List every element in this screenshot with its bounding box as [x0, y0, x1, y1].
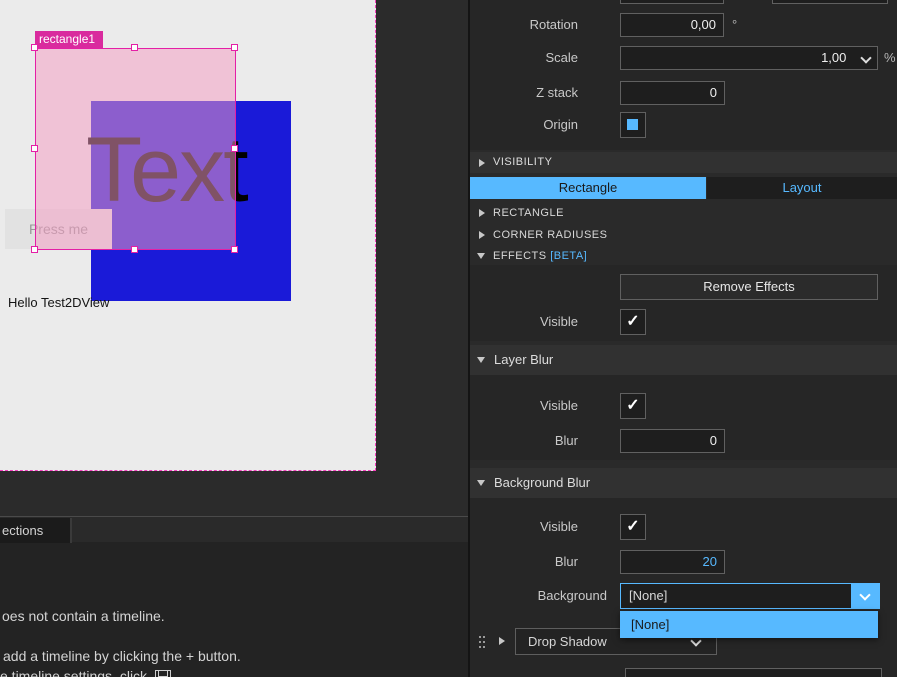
position-x-field[interactable] — [620, 0, 724, 4]
background-combobox[interactable]: [None] — [620, 583, 880, 609]
effects-visible-label: Visible — [470, 309, 578, 335]
chevron-down-icon[interactable] — [860, 52, 871, 63]
expanded-arrow-icon — [477, 480, 485, 486]
resize-handle-bottom-right[interactable] — [231, 246, 238, 253]
rectangle-section-header[interactable]: RECTANGLE — [470, 203, 897, 223]
chevron-down-icon — [859, 589, 870, 600]
effects-visible-checkbox[interactable]: ✓ — [620, 309, 646, 335]
timeline-empty-message: oes not contain a timeline. — [2, 608, 165, 624]
partial-bottom-field[interactable] — [625, 668, 882, 677]
selected-rectangle-item[interactable] — [35, 48, 236, 250]
resize-handle-middle-right[interactable] — [231, 145, 238, 152]
scale-unit: % — [884, 45, 896, 71]
layer-blur-title: Layer Blur — [494, 345, 553, 375]
resize-handle-top-left[interactable] — [31, 44, 38, 51]
expanded-arrow-icon — [477, 357, 485, 363]
rotation-unit: ° — [732, 12, 737, 38]
form-editor-canvas[interactable]: Text Press me rectangle1 Hello Test2DVie… — [0, 0, 376, 471]
timeline-add-hint: add a timeline by clicking the + button. — [3, 648, 241, 664]
remove-effects-button[interactable]: Remove Effects — [620, 274, 878, 300]
origin-center-icon — [627, 119, 638, 130]
drop-shadow-value: Drop Shadow — [528, 634, 607, 649]
hello-text-item[interactable]: Hello Test2DView — [8, 295, 109, 310]
transform-card: Rotation 0,00 ° Scale 1,00 % Z stack 0 O… — [470, 0, 897, 150]
background-blur-blur-label: Blur — [470, 549, 578, 575]
rotation-field[interactable]: 0,00 — [620, 13, 724, 37]
selection-name-tag: rectangle1 — [35, 31, 103, 48]
tab-layout[interactable]: Layout — [707, 177, 897, 199]
layer-blur-visible-label: Visible — [470, 393, 578, 419]
layer-blur-header[interactable]: Layer Blur — [470, 345, 897, 375]
origin-button[interactable] — [620, 112, 646, 138]
visibility-title: VISIBILITY — [493, 152, 552, 173]
resize-handle-top-center[interactable] — [131, 44, 138, 51]
collapsed-arrow-icon — [479, 159, 485, 167]
layer-blur-visible-checkbox[interactable]: ✓ — [620, 393, 646, 419]
collapsed-arrow-icon — [479, 231, 485, 239]
timeline-settings-hint: e timeline settings, click — [0, 668, 171, 677]
timeline-settings-icon — [155, 670, 171, 677]
scale-field[interactable]: 1,00 — [620, 46, 878, 70]
resize-handle-bottom-center[interactable] — [131, 246, 138, 253]
origin-label: Origin — [470, 112, 578, 138]
effects-section-header[interactable]: EFFECTS [BETA] — [470, 246, 897, 266]
effects-beta-badge: [BETA] — [550, 250, 587, 262]
zstack-field[interactable]: 0 — [620, 81, 725, 105]
scale-value: 1,00 — [821, 50, 846, 65]
position-y-field[interactable] — [772, 0, 888, 4]
layer-blur-blur-label: Blur — [470, 428, 578, 454]
background-label: Background — [470, 583, 607, 609]
zstack-label: Z stack — [470, 80, 578, 106]
properties-panel: Rotation 0,00 ° Scale 1,00 % Z stack 0 O… — [468, 0, 897, 677]
scale-label: Scale — [470, 45, 578, 71]
timeline-tab-bar: ections — [0, 516, 470, 542]
background-dropdown-popup-item[interactable]: [None] — [620, 611, 878, 638]
visibility-section-header[interactable]: VISIBILITY — [470, 152, 897, 173]
collapsed-arrow-icon — [479, 209, 485, 217]
background-blur-header[interactable]: Background Blur — [470, 468, 897, 498]
tab-rectangle[interactable]: Rectangle — [470, 177, 706, 199]
corner-radiuses-section-header[interactable]: CORNER RADIUSES — [470, 225, 897, 245]
drag-handle-icon[interactable] — [479, 636, 481, 638]
layer-blur-blur-field[interactable]: 0 — [620, 429, 725, 453]
background-blur-visible-label: Visible — [470, 514, 578, 540]
background-dropdown-button[interactable] — [851, 584, 879, 608]
collapsed-arrow-icon[interactable] — [499, 637, 505, 645]
background-blur-title: Background Blur — [494, 468, 590, 498]
resize-handle-bottom-left[interactable] — [31, 246, 38, 253]
background-blur-blur-field[interactable]: 20 — [620, 550, 725, 574]
rotation-label: Rotation — [470, 12, 578, 38]
timeline-panel: ections oes not contain a timeline. add … — [0, 516, 470, 677]
resize-handle-top-right[interactable] — [231, 44, 238, 51]
background-selected-value: [None] — [629, 584, 667, 608]
expanded-arrow-icon — [477, 253, 485, 259]
tab-connections[interactable]: ections — [0, 518, 72, 543]
background-blur-visible-checkbox[interactable]: ✓ — [620, 514, 646, 540]
resize-handle-middle-left[interactable] — [31, 145, 38, 152]
effects-title: EFFECTS — [493, 250, 547, 262]
